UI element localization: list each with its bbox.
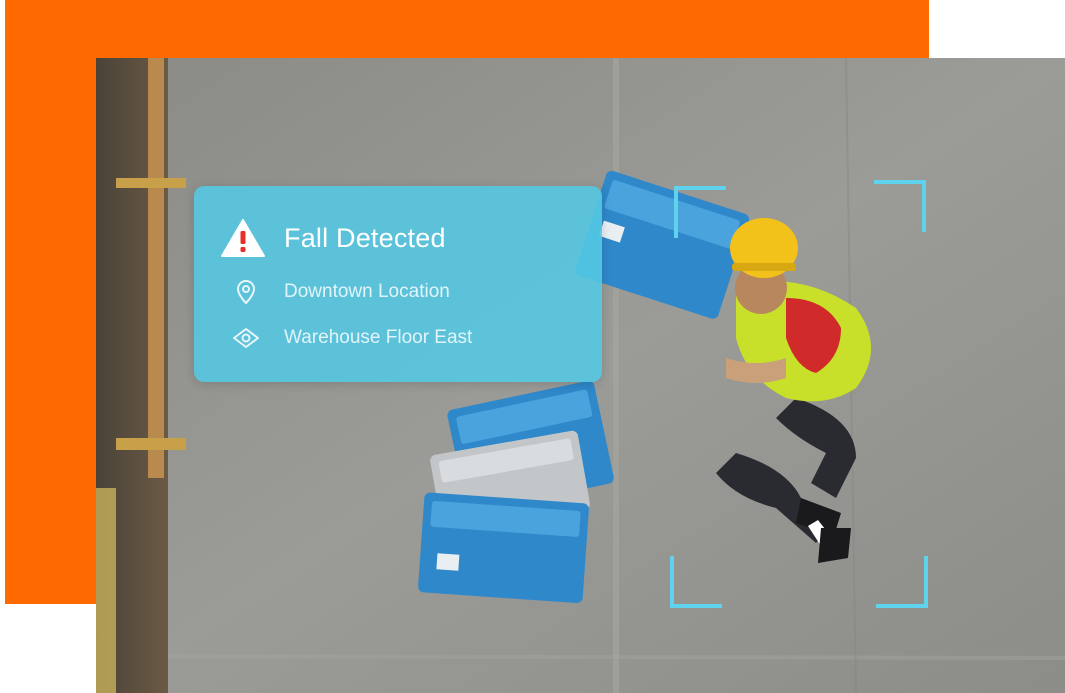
detection-frame-corner bbox=[674, 186, 726, 238]
alert-location-row: Downtown Location bbox=[232, 278, 450, 306]
detection-frame-corner bbox=[670, 556, 722, 608]
detection-frame-corner bbox=[876, 556, 928, 608]
safety-stripe bbox=[96, 488, 116, 693]
floor-seam bbox=[96, 654, 1065, 660]
shelf-bracket bbox=[116, 178, 186, 188]
shelf-bracket bbox=[116, 438, 186, 450]
eye-icon bbox=[233, 328, 259, 348]
warning-triangle-icon bbox=[221, 219, 265, 257]
alert-location: Downtown Location bbox=[284, 281, 450, 302]
hero-visual: Fall Detected Downtown Location Warehous… bbox=[0, 0, 1065, 693]
alert-title: Fall Detected bbox=[284, 222, 446, 253]
blue-crate bbox=[418, 492, 589, 604]
wooden-post bbox=[148, 58, 164, 478]
detection-frame-corner bbox=[874, 180, 926, 232]
alert-title-row: Fall Detected bbox=[220, 218, 446, 258]
fall-alert-card: Fall Detected Downtown Location Warehous… bbox=[194, 186, 602, 382]
alert-area: Warehouse Floor East bbox=[284, 327, 473, 348]
map-pin-icon bbox=[236, 279, 256, 305]
warehouse-photo: Fall Detected Downtown Location Warehous… bbox=[96, 58, 1065, 693]
alert-area-row: Warehouse Floor East bbox=[232, 324, 472, 352]
